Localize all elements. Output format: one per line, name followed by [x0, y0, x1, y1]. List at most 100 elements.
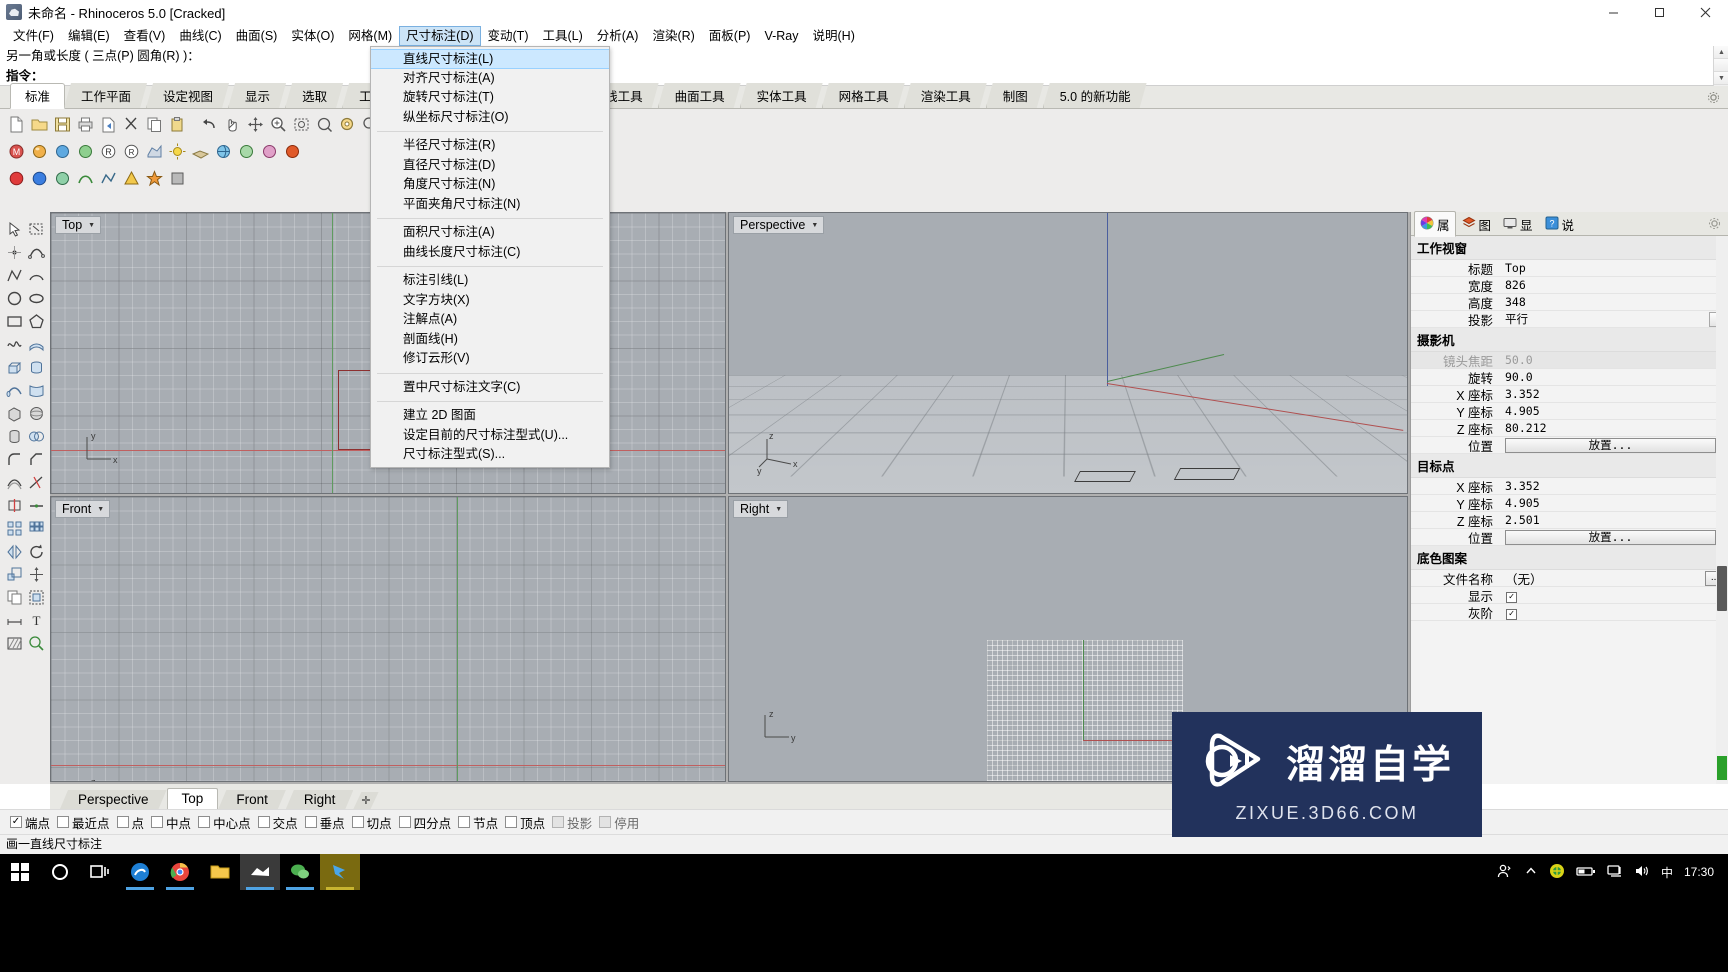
- battery-icon[interactable]: [1576, 864, 1596, 881]
- menu-item-hatch[interactable]: 剖面线(H): [371, 330, 609, 350]
- menu-item-annotation-dot[interactable]: 注解点(A): [371, 310, 609, 330]
- menu-edit[interactable]: 编辑(E): [61, 26, 117, 46]
- panel-scroll-thumb[interactable]: [1717, 566, 1727, 611]
- curve-icon[interactable]: [25, 242, 47, 263]
- row-projection[interactable]: 投影 平行 ▼: [1411, 311, 1728, 328]
- material-icon[interactable]: M: [6, 141, 27, 162]
- triangle-warn-icon[interactable]: [121, 168, 142, 189]
- render-r-icon[interactable]: R: [98, 141, 119, 162]
- osnap-project[interactable]: 投影: [552, 813, 592, 832]
- row-rotation[interactable]: 旋转 90.0: [1411, 369, 1728, 386]
- paste-icon[interactable]: [167, 114, 188, 135]
- row-title[interactable]: 标题 Top: [1411, 260, 1728, 277]
- mirror-icon[interactable]: [3, 541, 25, 562]
- target-place-button[interactable]: 放置...: [1505, 529, 1716, 545]
- toolbar-tab-cplane[interactable]: 工作平面: [64, 83, 147, 108]
- panel-tab-layers[interactable]: 图: [1456, 211, 1498, 237]
- osnap-near[interactable]: 最近点: [57, 813, 110, 832]
- chevron-down-icon[interactable]: ▼: [88, 222, 95, 229]
- menu-item-leader[interactable]: 标注引线(L): [371, 271, 609, 291]
- checkbox-icon[interactable]: [198, 816, 211, 828]
- fillet-icon[interactable]: [3, 449, 25, 470]
- row-camera-z[interactable]: Z 座标 80.212: [1411, 420, 1728, 437]
- antivirus-icon[interactable]: [1549, 863, 1565, 882]
- menu-item-ordinate-dimension[interactable]: 纵坐标尺寸标注(O): [371, 108, 609, 128]
- polyline-icon[interactable]: [98, 168, 119, 189]
- checkbox-icon[interactable]: ✓: [10, 816, 22, 828]
- rectangle-icon[interactable]: [3, 311, 25, 332]
- row-target-x[interactable]: X 座标 3.352: [1411, 478, 1728, 495]
- join-icon[interactable]: [25, 495, 47, 516]
- revolve-icon[interactable]: [25, 357, 47, 378]
- wechat-icon[interactable]: [280, 854, 320, 890]
- zoom-extents-icon[interactable]: [291, 114, 312, 135]
- row-camera-y[interactable]: Y 座标 4.905: [1411, 403, 1728, 420]
- toolbar-tab-mesh-tools[interactable]: 网格工具: [822, 83, 905, 108]
- checkbox-icon[interactable]: [351, 816, 364, 828]
- toolbar-tab-solid-tools[interactable]: 实体工具: [740, 83, 823, 108]
- chevron-down-icon[interactable]: ▼: [811, 222, 818, 229]
- row-height[interactable]: 高度 348: [1411, 294, 1728, 311]
- checkbox-icon[interactable]: [151, 816, 164, 828]
- menu-mesh[interactable]: 网格(M): [341, 26, 399, 46]
- surface-icon[interactable]: [25, 334, 47, 355]
- volume-icon[interactable]: [1634, 864, 1650, 881]
- menu-item-radius-dimension[interactable]: 半径尺寸标注(R): [371, 136, 609, 156]
- checkbox-icon[interactable]: [398, 816, 411, 828]
- row-value[interactable]: 348: [1501, 295, 1728, 309]
- render-settings-icon[interactable]: [236, 141, 257, 162]
- render-props-icon[interactable]: [259, 141, 280, 162]
- row-target-z[interactable]: Z 座标 2.501: [1411, 512, 1728, 529]
- raytrace-icon[interactable]: [75, 141, 96, 162]
- select-window-icon[interactable]: [25, 219, 47, 240]
- row-target-y[interactable]: Y 座标 4.905: [1411, 495, 1728, 512]
- file-explorer-icon[interactable]: [200, 854, 240, 890]
- hatch-icon[interactable]: [3, 633, 25, 654]
- row-value[interactable]: Top: [1501, 261, 1728, 275]
- osnap-vertex[interactable]: 顶点: [505, 813, 545, 832]
- viewport-label-perspective[interactable]: Perspective ▼: [733, 216, 825, 234]
- menu-item-aligned-dimension[interactable]: 对齐尺寸标注(A): [371, 69, 609, 89]
- viewport-label-right[interactable]: Right ▼: [733, 500, 789, 518]
- viewport-label-front[interactable]: Front ▼: [55, 500, 111, 518]
- gear-icon[interactable]: [1707, 91, 1720, 104]
- zoom-window-icon[interactable]: [268, 114, 289, 135]
- toolbar-tab-select[interactable]: 选取: [285, 83, 343, 108]
- osnap-quadrant[interactable]: 四分点: [398, 813, 451, 832]
- menu-render[interactable]: 渲染(R): [645, 26, 701, 46]
- command-scrollbar[interactable]: ▲ ▼: [1713, 46, 1728, 86]
- menu-transform[interactable]: 变动(T): [481, 26, 536, 46]
- row-show-wallpaper[interactable]: 显示 ✓: [1411, 587, 1728, 604]
- row-value[interactable]: 2.501: [1501, 513, 1728, 527]
- row-value[interactable]: 826: [1501, 278, 1728, 292]
- render-preview-icon[interactable]: [52, 141, 73, 162]
- osnap-intersection[interactable]: 交点: [257, 813, 298, 832]
- menu-item-linear-dimension[interactable]: 直线尺寸标注(L): [371, 49, 609, 69]
- scroll-down-icon[interactable]: ▼: [1714, 72, 1728, 85]
- viewport-tab-top[interactable]: Top: [166, 788, 219, 809]
- row-value[interactable]: 4.905: [1501, 496, 1728, 510]
- curve-green-icon[interactable]: [75, 168, 96, 189]
- menu-tools[interactable]: 工具(L): [535, 26, 589, 46]
- panel-tab-properties[interactable]: 属: [1414, 210, 1456, 237]
- toolbar-tab-drafting[interactable]: 制图: [986, 83, 1044, 108]
- chevron-down-icon[interactable]: ▼: [775, 506, 782, 513]
- osnap-knot[interactable]: 节点: [458, 813, 498, 832]
- toolbar-tab-surface-tools[interactable]: 曲面工具: [658, 83, 741, 108]
- osnap-perpendicular[interactable]: 垂点: [304, 813, 345, 832]
- loft-icon[interactable]: [25, 380, 47, 401]
- row-value[interactable]: 3.352: [1501, 479, 1728, 493]
- polyline-icon[interactable]: [3, 265, 25, 286]
- toolbar-tab-display[interactable]: 显示: [228, 83, 286, 108]
- menu-surface[interactable]: 曲面(S): [229, 26, 285, 46]
- new-file-icon[interactable]: [6, 114, 27, 135]
- cut-icon[interactable]: [121, 114, 142, 135]
- box-solid-icon[interactable]: [3, 403, 25, 424]
- polygon-icon[interactable]: [25, 311, 47, 332]
- viewport-front[interactable]: Front ▼ z x: [50, 496, 726, 782]
- task-view-icon[interactable]: [80, 854, 120, 890]
- checkbox-icon[interactable]: [257, 816, 270, 828]
- checkbox-icon[interactable]: [304, 816, 317, 828]
- scroll-track[interactable]: [1714, 59, 1728, 72]
- grayscale-checkbox[interactable]: ✓: [1506, 608, 1517, 620]
